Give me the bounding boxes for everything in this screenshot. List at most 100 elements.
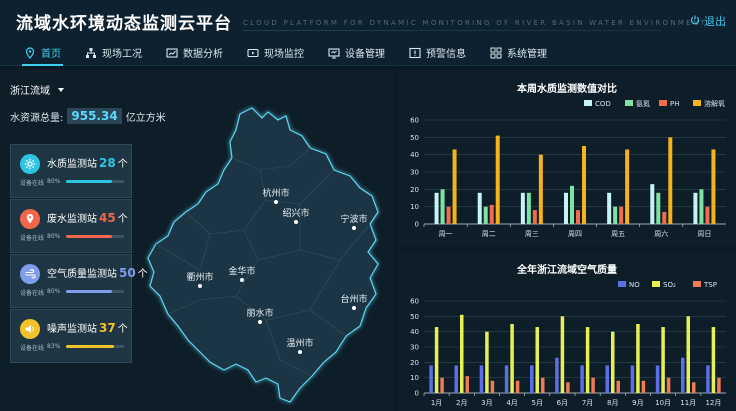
weekly-water-chart: COD 氨氮 PH 溶解氧 0 10 20 30 40 50 60 周一 周二 周三 周四 周五 周六 周日 (410, 99, 726, 238)
legend-label[interactable]: COD (595, 100, 611, 108)
bar[interactable] (636, 324, 640, 393)
bar[interactable] (526, 192, 531, 224)
bar[interactable] (440, 377, 444, 393)
bar[interactable] (580, 365, 584, 393)
bar[interactable] (538, 154, 543, 224)
bar[interactable] (605, 365, 610, 393)
bar[interactable] (446, 206, 451, 224)
legend-label[interactable]: 氨氮 (636, 99, 650, 108)
bar[interactable] (650, 184, 655, 224)
bar[interactable] (619, 206, 624, 224)
city-marker (274, 200, 278, 204)
nav-item-0[interactable]: 首页 (12, 40, 73, 66)
legend-label[interactable]: PH (670, 100, 680, 108)
station-card[interactable]: 废水监测站 45 个设备在线 80% (10, 199, 132, 253)
bar[interactable] (576, 210, 580, 224)
bar[interactable] (434, 192, 439, 224)
bar[interactable] (591, 377, 595, 393)
bar[interactable] (560, 316, 565, 393)
legend-label[interactable]: NO (629, 281, 640, 289)
legend-swatch[interactable] (618, 281, 626, 287)
bar[interactable] (460, 314, 464, 393)
bar[interactable] (566, 382, 570, 393)
bar[interactable] (711, 327, 716, 393)
bar[interactable] (607, 192, 612, 224)
legend-swatch[interactable] (625, 100, 633, 106)
station-card[interactable]: 水质监测站 28 个设备在线 80% (10, 144, 132, 198)
legend-swatch[interactable] (584, 100, 592, 106)
bar[interactable] (452, 149, 457, 224)
bar[interactable] (564, 192, 568, 224)
station-unit: 个 (117, 159, 128, 170)
bar[interactable] (661, 327, 665, 393)
bar[interactable] (692, 382, 696, 393)
bar[interactable] (585, 327, 590, 393)
legend-swatch[interactable] (693, 100, 701, 106)
bar[interactable] (429, 365, 433, 393)
bar[interactable] (555, 357, 559, 393)
bar[interactable] (641, 380, 646, 393)
bar[interactable] (693, 192, 698, 224)
legend-swatch[interactable] (659, 100, 667, 106)
bar[interactable] (520, 192, 525, 224)
bar[interactable] (655, 365, 660, 393)
x-tick-label: 周四 (568, 230, 582, 238)
bar[interactable] (656, 192, 661, 224)
nav-item-6[interactable]: 系统管理 (478, 40, 559, 66)
bar[interactable] (515, 380, 520, 393)
bar[interactable] (613, 206, 618, 224)
bar[interactable] (616, 380, 621, 393)
bar[interactable] (666, 377, 671, 393)
grid-icon (490, 47, 502, 59)
bar[interactable] (535, 327, 540, 393)
x-tick-label: 7月 (582, 399, 593, 407)
x-tick-label: 4月 (506, 399, 517, 407)
bar[interactable] (711, 149, 716, 224)
bar[interactable] (699, 189, 704, 224)
nav-item-4[interactable]: 设备管理 (316, 40, 397, 66)
bar[interactable] (717, 377, 721, 393)
bar[interactable] (705, 206, 710, 224)
bar[interactable] (686, 316, 691, 393)
bar[interactable] (495, 135, 500, 224)
bar[interactable] (570, 185, 574, 224)
city-marker (198, 284, 202, 288)
legend-label[interactable]: SO₂ (663, 281, 676, 289)
bar[interactable] (490, 380, 495, 393)
bar[interactable] (706, 365, 710, 393)
bar[interactable] (434, 327, 439, 393)
bar[interactable] (681, 357, 685, 393)
station-online-label: 设备在线 (20, 235, 45, 242)
station-card[interactable]: 空气质量监测站 50 个设备在线 80% (10, 254, 148, 308)
bar[interactable] (541, 377, 545, 393)
nav-item-5[interactable]: 预警信息 (397, 40, 478, 66)
legend-swatch[interactable] (652, 281, 660, 287)
logout-button[interactable]: 退出 (690, 13, 726, 29)
legend-swatch[interactable] (693, 281, 701, 287)
station-card[interactable]: 噪声监测站 37 个设备在线 83% (10, 309, 132, 363)
bar[interactable] (440, 189, 445, 224)
region-select[interactable]: 浙江流域 (10, 82, 64, 97)
nav-item-2[interactable]: 数据分析 (154, 40, 235, 66)
nav-item-3[interactable]: 现场监控 (235, 40, 316, 66)
bar[interactable] (582, 146, 586, 224)
bar[interactable] (530, 365, 534, 393)
bar[interactable] (454, 365, 459, 393)
bar[interactable] (611, 331, 615, 393)
bar[interactable] (630, 365, 635, 393)
bar[interactable] (668, 137, 673, 224)
bar[interactable] (510, 324, 514, 393)
bar[interactable] (483, 206, 488, 224)
bar[interactable] (465, 376, 470, 393)
bar[interactable] (625, 149, 630, 224)
legend-label[interactable]: 溶解氧 (704, 99, 725, 108)
bar[interactable] (485, 331, 489, 393)
bar[interactable] (504, 365, 509, 393)
nav-item-1[interactable]: 现场工况 (73, 40, 154, 66)
bar[interactable] (477, 192, 482, 224)
bar[interactable] (489, 204, 494, 224)
bar[interactable] (662, 211, 667, 224)
bar[interactable] (479, 365, 484, 393)
bar[interactable] (532, 210, 537, 224)
legend-label[interactable]: TSP (703, 281, 717, 289)
